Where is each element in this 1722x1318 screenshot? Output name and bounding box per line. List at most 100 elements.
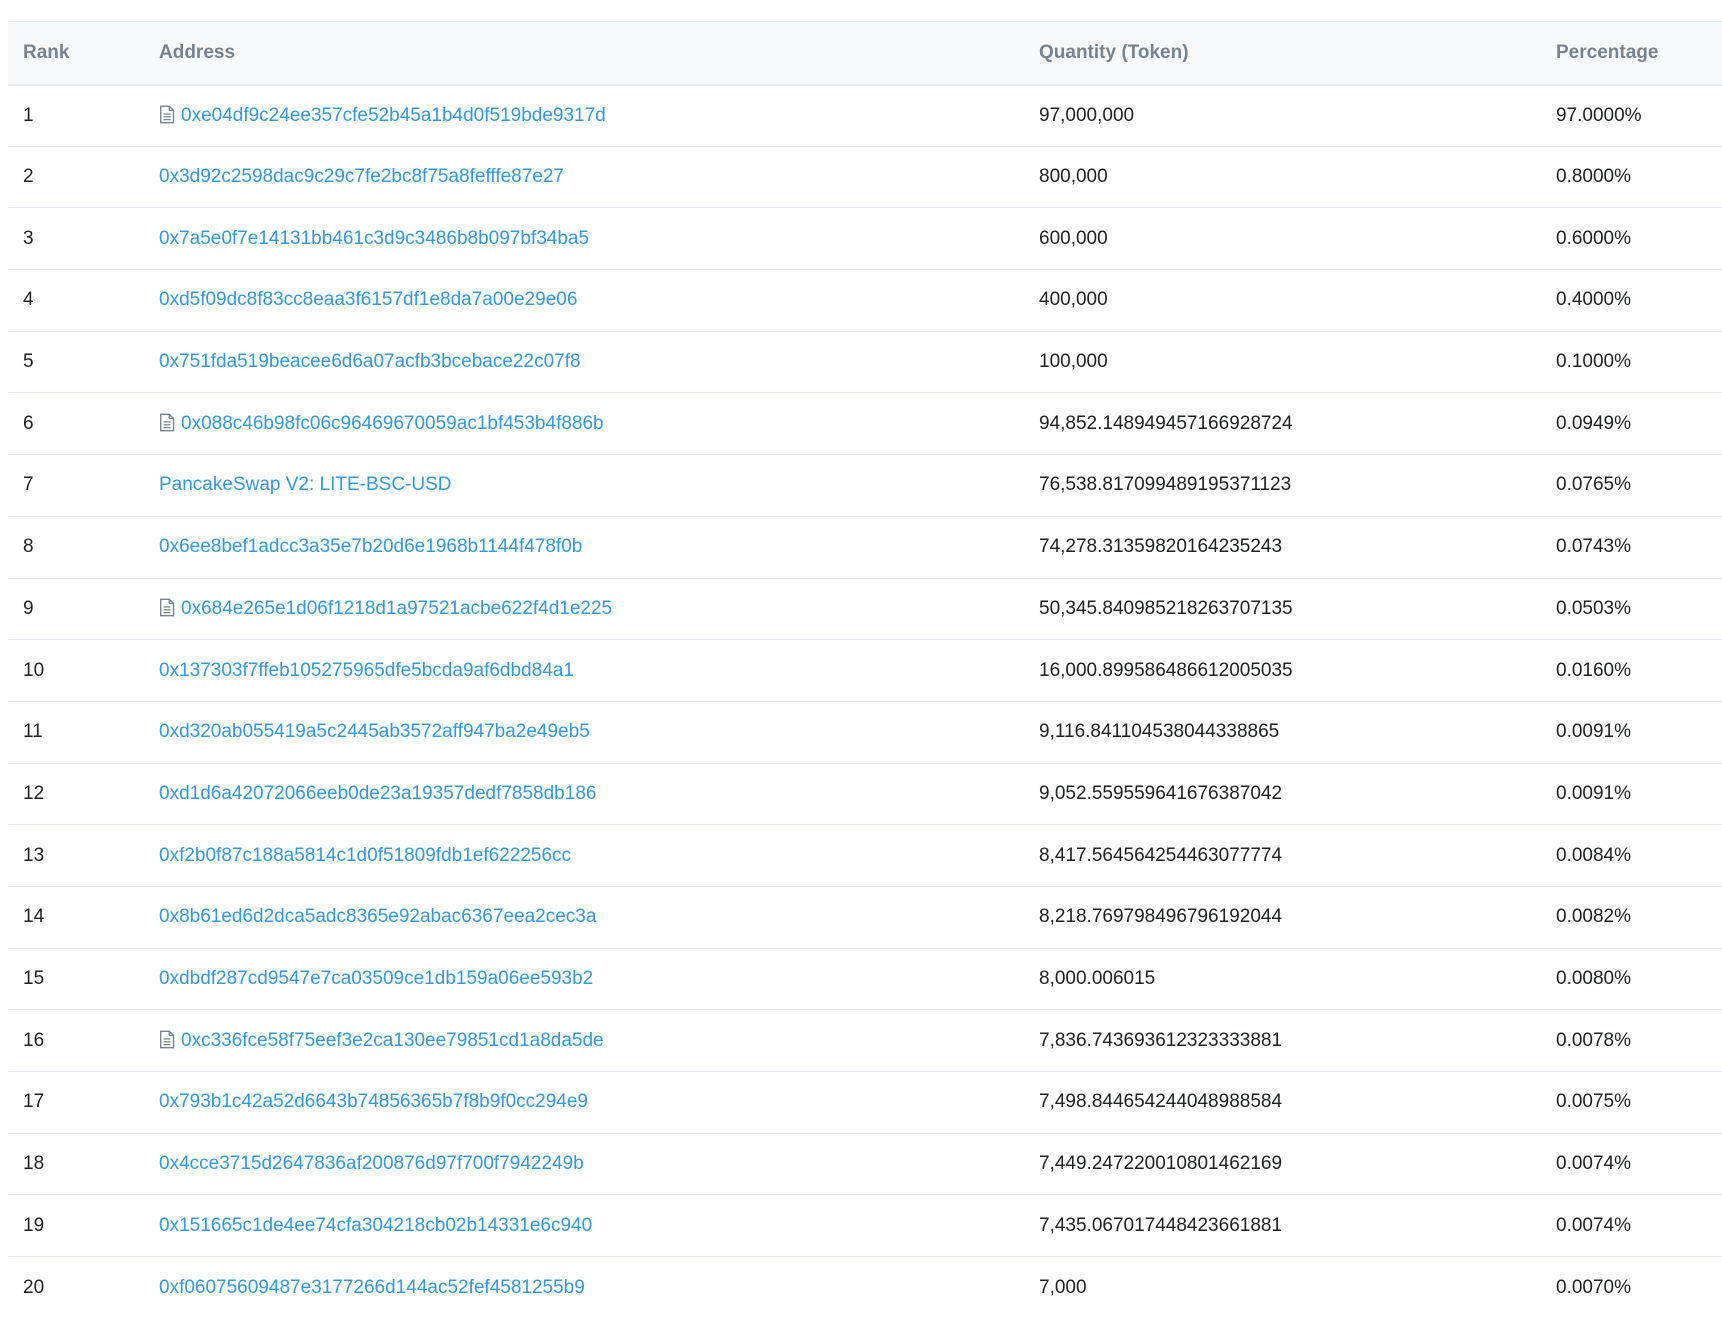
address-link[interactable]: 0x088c46b98fc06c96469670059ac1bf453b4f88… [181, 413, 604, 434]
table-row: 9 0x684e265e1d06f1218d1a97521acbe622f4d1e… [8, 578, 1722, 640]
address-cell: 0x8b61ed6d2dca5adc8365e92abac6367eea2cec… [144, 886, 1024, 948]
address-link[interactable]: 0xf2b0f87c188a5814c1d0f51809fdb1ef622256… [159, 845, 571, 866]
rank-cell: 5 [8, 331, 144, 393]
table-row: 1 0xe04df9c24ee357cfe52b45a1b4d0f519bde93… [8, 85, 1722, 147]
address-link[interactable]: 0xd5f09dc8f83cc8eaa3f6157df1e8da7a00e29e… [159, 289, 577, 310]
percentage-cell: 97.0000% [1541, 85, 1722, 147]
percentage-cell: 0.1000% [1541, 331, 1722, 393]
address-link[interactable]: 0x137303f7ffeb105275965dfe5bcda9af6dbd84… [159, 660, 574, 681]
file-text-icon [159, 413, 175, 432]
table-row: 15 0xdbdf287cd9547e7ca03509ce1db159a06ee5… [8, 948, 1722, 1010]
address-cell: 0x6ee8bef1adcc3a35e7b20d6e1968b1144f478f… [144, 516, 1024, 578]
address-link[interactable]: 0xd320ab055419a5c2445ab3572aff947ba2e49e… [159, 721, 590, 742]
address-cell: PancakeSwap V2: LITE-BSC-USD [144, 455, 1024, 517]
rank-cell: 17 [8, 1072, 144, 1134]
address-link[interactable]: 0x3d92c2598dac9c29c7fe2bc8f75a8fefffe87e… [159, 166, 564, 187]
quantity-cell: 7,000 [1024, 1257, 1541, 1318]
table-row: 100x137303f7ffeb105275965dfe5bcda9af6dbd… [8, 640, 1722, 702]
address-link[interactable]: 0xf06075609487e3177266d144ac52fef4581255… [159, 1277, 585, 1298]
rank-cell: 3 [8, 208, 144, 270]
rank-cell: 15 [8, 948, 144, 1010]
header-percentage: Percentage [1541, 22, 1722, 85]
address-link[interactable]: 0xd1d6a42072066eeb0de23a19357dedf7858db1… [159, 783, 596, 804]
quantity-cell: 600,000 [1024, 208, 1541, 270]
table-row: 5 0x751fda519beacee6d6a07acfb3bcebace22c0… [8, 331, 1722, 393]
address-cell: 0xdbdf287cd9547e7ca03509ce1db159a06ee593… [144, 948, 1024, 1010]
quantity-cell: 7,449.247220010801462169 [1024, 1133, 1541, 1195]
rank-cell: 4 [8, 270, 144, 332]
rank-cell: 13 [8, 825, 144, 887]
quantity-cell: 94,852.148949457166928724 [1024, 393, 1541, 455]
address-link[interactable]: 0x684e265e1d06f1218d1a97521acbe622f4d1e2… [181, 598, 612, 619]
percentage-cell: 0.0074% [1541, 1133, 1722, 1195]
address-cell: 0x137303f7ffeb105275965dfe5bcda9af6dbd84… [144, 640, 1024, 702]
address-cell: 0x684e265e1d06f1218d1a97521acbe622f4d1e2… [144, 578, 1024, 640]
table-row: 13 0xf2b0f87c188a5814c1d0f51809fdb1ef6222… [8, 825, 1722, 887]
quantity-cell: 16,000.899586486612005035 [1024, 640, 1541, 702]
address-link[interactable]: 0x4cce3715d2647836af200876d97f700f794224… [159, 1153, 584, 1174]
percentage-cell: 0.0949% [1541, 393, 1722, 455]
quantity-cell: 400,000 [1024, 270, 1541, 332]
address-cell: 0x151665c1de4ee74cfa304218cb02b14331e6c9… [144, 1195, 1024, 1257]
address-cell: 0xc336fce58f75eef3e2ca130ee79851cd1a8da5… [144, 1010, 1024, 1072]
quantity-cell: 7,836.743693612323333881 [1024, 1010, 1541, 1072]
token-holders-table-container: Rank Address Quantity (Token) Percentage… [8, 21, 1722, 1318]
rank-cell: 1 [8, 85, 144, 147]
header-address: Address [144, 22, 1024, 85]
rank-cell: 16 [8, 1010, 144, 1072]
percentage-cell: 0.4000% [1541, 270, 1722, 332]
address-cell: 0xe04df9c24ee357cfe52b45a1b4d0f519bde931… [144, 85, 1024, 147]
address-cell: 0x7a5e0f7e14131bb461c3d9c3486b8b097bf34b… [144, 208, 1024, 270]
quantity-cell: 8,417.564564254463077774 [1024, 825, 1541, 887]
table-row: 7PancakeSwap V2: LITE-BSC-USD76,538.8170… [8, 455, 1722, 517]
file-text-icon [159, 598, 175, 617]
address-link[interactable]: 0x7a5e0f7e14131bb461c3d9c3486b8b097bf34b… [159, 228, 589, 249]
header-quantity: Quantity (Token) [1024, 22, 1541, 85]
rank-cell: 2 [8, 146, 144, 208]
rank-cell: 11 [8, 701, 144, 763]
address-link[interactable]: 0x6ee8bef1adcc3a35e7b20d6e1968b1144f478f… [159, 536, 582, 557]
table-body: 1 0xe04df9c24ee357cfe52b45a1b4d0f519bde93… [8, 85, 1722, 1318]
address-link[interactable]: 0x151665c1de4ee74cfa304218cb02b14331e6c9… [159, 1215, 592, 1236]
quantity-cell: 800,000 [1024, 146, 1541, 208]
header-rank: Rank [8, 22, 144, 85]
table-row: 20 0xf06075609487e3177266d144ac52fef45812… [8, 1257, 1722, 1318]
address-link[interactable]: PancakeSwap V2: LITE-BSC-USD [159, 474, 452, 495]
table-row: 3 0x7a5e0f7e14131bb461c3d9c3486b8b097bf34… [8, 208, 1722, 270]
address-link[interactable]: 0x8b61ed6d2dca5adc8365e92abac6367eea2cec… [159, 906, 596, 927]
file-text-icon [159, 105, 175, 124]
quantity-cell: 8,000.006015 [1024, 948, 1541, 1010]
percentage-cell: 0.0743% [1541, 516, 1722, 578]
quantity-cell: 100,000 [1024, 331, 1541, 393]
rank-cell: 8 [8, 516, 144, 578]
rank-cell: 14 [8, 886, 144, 948]
percentage-cell: 0.0160% [1541, 640, 1722, 702]
percentage-cell: 0.0082% [1541, 886, 1722, 948]
percentage-cell: 0.0765% [1541, 455, 1722, 517]
rank-cell: 9 [8, 578, 144, 640]
rank-cell: 20 [8, 1257, 144, 1318]
rank-cell: 12 [8, 763, 144, 825]
table-row: 12 0xd1d6a42072066eeb0de23a19357dedf7858d… [8, 763, 1722, 825]
address-link[interactable]: 0xdbdf287cd9547e7ca03509ce1db159a06ee593… [159, 968, 593, 989]
address-link[interactable]: 0xc336fce58f75eef3e2ca130ee79851cd1a8da5… [181, 1030, 604, 1051]
rank-cell: 7 [8, 455, 144, 517]
percentage-cell: 0.0078% [1541, 1010, 1722, 1072]
file-text-icon [159, 1030, 175, 1049]
table-row: 11 0xd320ab055419a5c2445ab3572aff947ba2e4… [8, 701, 1722, 763]
token-holders-table: Rank Address Quantity (Token) Percentage… [8, 21, 1722, 1318]
address-cell: 0x3d92c2598dac9c29c7fe2bc8f75a8fefffe87e… [144, 146, 1024, 208]
address-link[interactable]: 0x793b1c42a52d6643b74856365b7f8b9f0cc294… [159, 1091, 588, 1112]
address-link[interactable]: 0x751fda519beacee6d6a07acfb3bcebace22c07… [159, 351, 581, 372]
address-link[interactable]: 0xe04df9c24ee357cfe52b45a1b4d0f519bde931… [181, 105, 606, 126]
table-row: 17 0x793b1c42a52d6643b74856365b7f8b9f0cc2… [8, 1072, 1722, 1134]
percentage-cell: 0.0503% [1541, 578, 1722, 640]
rank-cell: 19 [8, 1195, 144, 1257]
rank-cell: 6 [8, 393, 144, 455]
percentage-cell: 0.0084% [1541, 825, 1722, 887]
table-row: 14 0x8b61ed6d2dca5adc8365e92abac6367eea2c… [8, 886, 1722, 948]
table-row: 19 0x151665c1de4ee74cfa304218cb02b14331e6… [8, 1195, 1722, 1257]
address-cell: 0xd1d6a42072066eeb0de23a19357dedf7858db1… [144, 763, 1024, 825]
percentage-cell: 0.6000% [1541, 208, 1722, 270]
percentage-cell: 0.8000% [1541, 146, 1722, 208]
